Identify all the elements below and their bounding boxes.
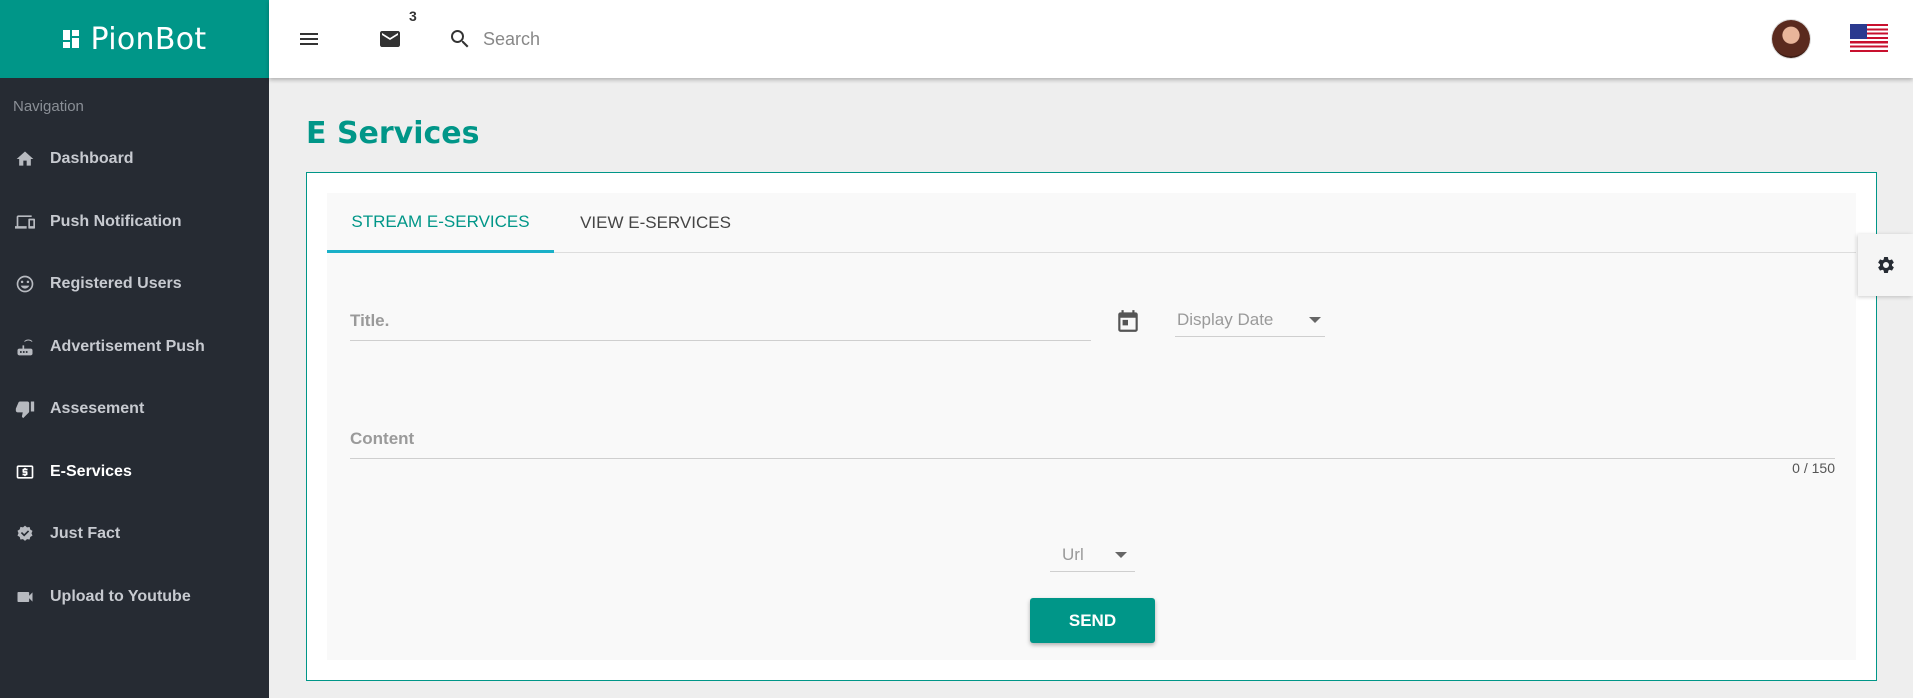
chevron-down-icon bbox=[1309, 316, 1321, 323]
smiley-icon bbox=[14, 273, 36, 295]
sidebar-item-dashboard[interactable]: Dashboard bbox=[0, 128, 269, 191]
sidebar-item-label: Upload to Youtube bbox=[50, 587, 191, 605]
url-select[interactable]: Url bbox=[1050, 538, 1135, 572]
dashboard-grid-icon bbox=[62, 30, 81, 48]
sidebar-item-upload-to-youtube[interactable]: Upload to Youtube bbox=[0, 566, 269, 629]
settings-button[interactable] bbox=[1858, 234, 1913, 296]
sidebar-item-push-notification[interactable]: Push Notification bbox=[0, 191, 269, 254]
sidebar-item-label: Push Notification bbox=[50, 212, 182, 230]
us-flag-icon[interactable] bbox=[1850, 24, 1888, 52]
chevron-down-icon bbox=[1115, 551, 1127, 558]
page-title: E Services bbox=[306, 116, 480, 151]
avatar[interactable] bbox=[1772, 20, 1810, 58]
sidebar-item-label: Advertisement Push bbox=[50, 337, 205, 355]
nav-heading: Navigation bbox=[13, 98, 84, 115]
dollar-box-icon bbox=[14, 461, 36, 483]
sidebar: PionBot Navigation Dashboard Push Notifi… bbox=[0, 0, 269, 698]
sidebar-item-label: Just Fact bbox=[50, 525, 121, 543]
card-body: STREAM E-SERVICES VIEW E-SERVICES Displa… bbox=[327, 193, 1856, 660]
sidebar-item-label: Dashboard bbox=[50, 150, 134, 168]
thumbs-icon bbox=[14, 398, 36, 420]
title-input[interactable] bbox=[350, 311, 1091, 331]
display-date-placeholder: Display Date bbox=[1177, 309, 1274, 329]
top-header: 3 bbox=[269, 0, 1913, 78]
send-button[interactable]: SEND bbox=[1030, 598, 1155, 643]
e-services-card: STREAM E-SERVICES VIEW E-SERVICES Displa… bbox=[306, 172, 1877, 681]
mail-count-badge: 3 bbox=[409, 8, 417, 24]
badge-icon bbox=[14, 523, 36, 545]
devices-icon bbox=[14, 211, 36, 233]
sidebar-item-registered-users[interactable]: Registered Users bbox=[0, 253, 269, 316]
search-icon[interactable] bbox=[446, 25, 474, 53]
gear-icon bbox=[1877, 256, 1894, 273]
calendar-icon[interactable] bbox=[1114, 307, 1142, 335]
tab-view-e-services[interactable]: VIEW E-SERVICES bbox=[554, 193, 757, 253]
mail-icon[interactable] bbox=[376, 25, 404, 53]
menu-icon[interactable] bbox=[295, 25, 323, 53]
router-icon bbox=[14, 336, 36, 358]
sidebar-item-advertisement-push[interactable]: Advertisement Push bbox=[0, 316, 269, 379]
character-counter: 0 / 150 bbox=[1792, 460, 1835, 476]
sidebar-item-label: Registered Users bbox=[50, 275, 182, 293]
home-icon bbox=[14, 148, 36, 170]
tab-stream-e-services[interactable]: STREAM E-SERVICES bbox=[327, 193, 554, 253]
title-field bbox=[350, 305, 1091, 341]
sidebar-item-e-services[interactable]: E-Services bbox=[0, 441, 269, 504]
search-input[interactable] bbox=[483, 24, 783, 54]
sidebar-item-label: E-Services bbox=[50, 462, 132, 480]
url-placeholder: Url bbox=[1062, 544, 1084, 564]
brand-name: PionBot bbox=[90, 21, 207, 57]
tab-bar: STREAM E-SERVICES VIEW E-SERVICES bbox=[327, 193, 1856, 253]
content-input[interactable] bbox=[350, 429, 1835, 449]
display-date-select[interactable]: Display Date bbox=[1175, 303, 1325, 337]
content-field bbox=[350, 423, 1835, 459]
sidebar-item-just-fact[interactable]: Just Fact bbox=[0, 503, 269, 566]
brand[interactable]: PionBot bbox=[0, 0, 269, 78]
video-camera-icon bbox=[14, 586, 36, 608]
sidebar-item-label: Assesement bbox=[50, 400, 145, 418]
sidebar-item-assesement[interactable]: Assesement bbox=[0, 378, 269, 441]
